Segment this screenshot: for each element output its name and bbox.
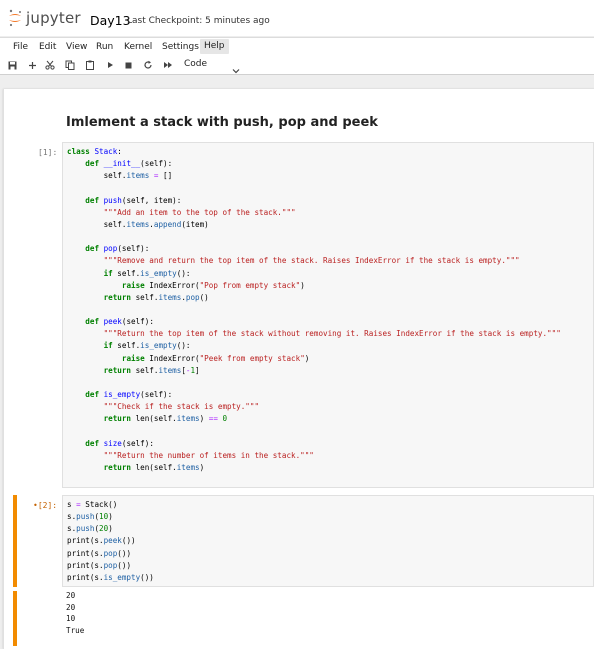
menu-file[interactable]: File	[9, 41, 32, 55]
menu-kernel[interactable]: Kernel	[120, 41, 156, 55]
code-line: """Check if the stack is empty."""	[103, 402, 260, 412]
code-line: """Return the top item of the stack with…	[103, 329, 561, 339]
active-output-indicator	[13, 591, 17, 646]
code-line: def pop(self):	[85, 244, 150, 254]
jupyter-logo-icon	[9, 9, 21, 27]
code-line: self.items.append(item)	[67, 219, 209, 229]
markdown-heading[interactable]: Imlement a stack with push, pop and peek	[66, 115, 378, 130]
active-cell-indicator	[13, 495, 17, 587]
code-line: def __init__(self):	[85, 159, 173, 169]
code-line: """Add an item to the top of the stack."…	[103, 207, 296, 217]
code-line: print(s.peek())	[67, 536, 136, 546]
output-line: 20	[66, 602, 76, 612]
cell-2-prompt: •[2]:	[33, 501, 58, 510]
menu-settings[interactable]: Settings	[158, 41, 203, 55]
code-line: return len(self.items)	[103, 462, 205, 472]
code-line: def size(self):	[85, 438, 154, 448]
menu-run[interactable]: Run	[92, 41, 117, 55]
notebook-toolbar: Code	[0, 56, 594, 75]
code-line: s.push(10)	[67, 512, 113, 522]
code-line: raise IndexError("Peek from empty stack"…	[121, 353, 310, 363]
menubar: File Edit View Run Kernel Settings Help	[0, 37, 594, 57]
cell-1-prompt: [1]:	[38, 148, 58, 157]
output-line: True	[66, 625, 85, 635]
code-line: def peek(self):	[85, 317, 154, 327]
code-line: return self.items[-1]	[103, 365, 200, 375]
code-line: return len(self.items) == 0	[103, 414, 228, 424]
code-line: print(s.pop())	[67, 548, 132, 558]
code-line: def is_empty(self):	[85, 390, 173, 399]
copy-icon[interactable]	[64, 59, 76, 71]
save-icon[interactable]	[6, 59, 18, 71]
output-line: 20	[66, 591, 76, 600]
code-line: raise IndexError("Pop from empty stack")	[121, 280, 305, 290]
code-line: if self.is_empty():	[103, 341, 191, 351]
code-line: s = Stack()	[67, 500, 118, 509]
menu-help[interactable]: Help	[200, 39, 229, 54]
jupyter-logo-text: jupyter	[26, 9, 81, 27]
notebook-title[interactable]: Day13	[90, 13, 131, 28]
menu-view[interactable]: View	[62, 41, 91, 55]
restart-icon[interactable]	[142, 59, 154, 71]
code-line: s.push(20)	[67, 524, 113, 534]
code-line: class Stack:	[67, 147, 122, 156]
code-line: """Return the number of items in the sta…	[103, 450, 314, 460]
paste-icon[interactable]	[84, 59, 96, 71]
cut-icon[interactable]	[44, 59, 56, 71]
output-line: 10	[66, 614, 76, 623]
code-line: return self.items.pop()	[103, 292, 209, 302]
code-line: self.items = []	[67, 171, 173, 181]
cell-type-select[interactable]: Code	[184, 59, 207, 69]
stop-icon[interactable]	[122, 59, 134, 71]
code-line: def push(self, item):	[85, 195, 182, 205]
menu-edit[interactable]: Edit	[35, 41, 60, 55]
run-icon[interactable]	[104, 59, 116, 71]
code-line: """Remove and return the top item of the…	[103, 256, 520, 266]
fast-forward-icon[interactable]	[162, 59, 174, 71]
checkpoint-status: Last Checkpoint: 5 minutes ago	[127, 16, 270, 26]
jupyter-logo[interactable]: jupyter	[8, 9, 81, 27]
top-header: jupyter Day13 Last Checkpoint: 5 minutes…	[0, 0, 594, 36]
code-cell-1-editor[interactable]: class Stack: def __init__(self): self.it…	[62, 142, 594, 488]
code-cell-2-editor[interactable]: s = Stack() s.push(10) s.push(20) print(s.p…	[62, 495, 594, 587]
code-line: if self.is_empty():	[103, 268, 191, 278]
chevron-down-icon[interactable]	[232, 60, 240, 79]
add-cell-icon[interactable]	[26, 59, 38, 71]
code-line: print(s.pop())	[67, 560, 132, 570]
code-line: print(s.is_empty())	[67, 572, 154, 582]
